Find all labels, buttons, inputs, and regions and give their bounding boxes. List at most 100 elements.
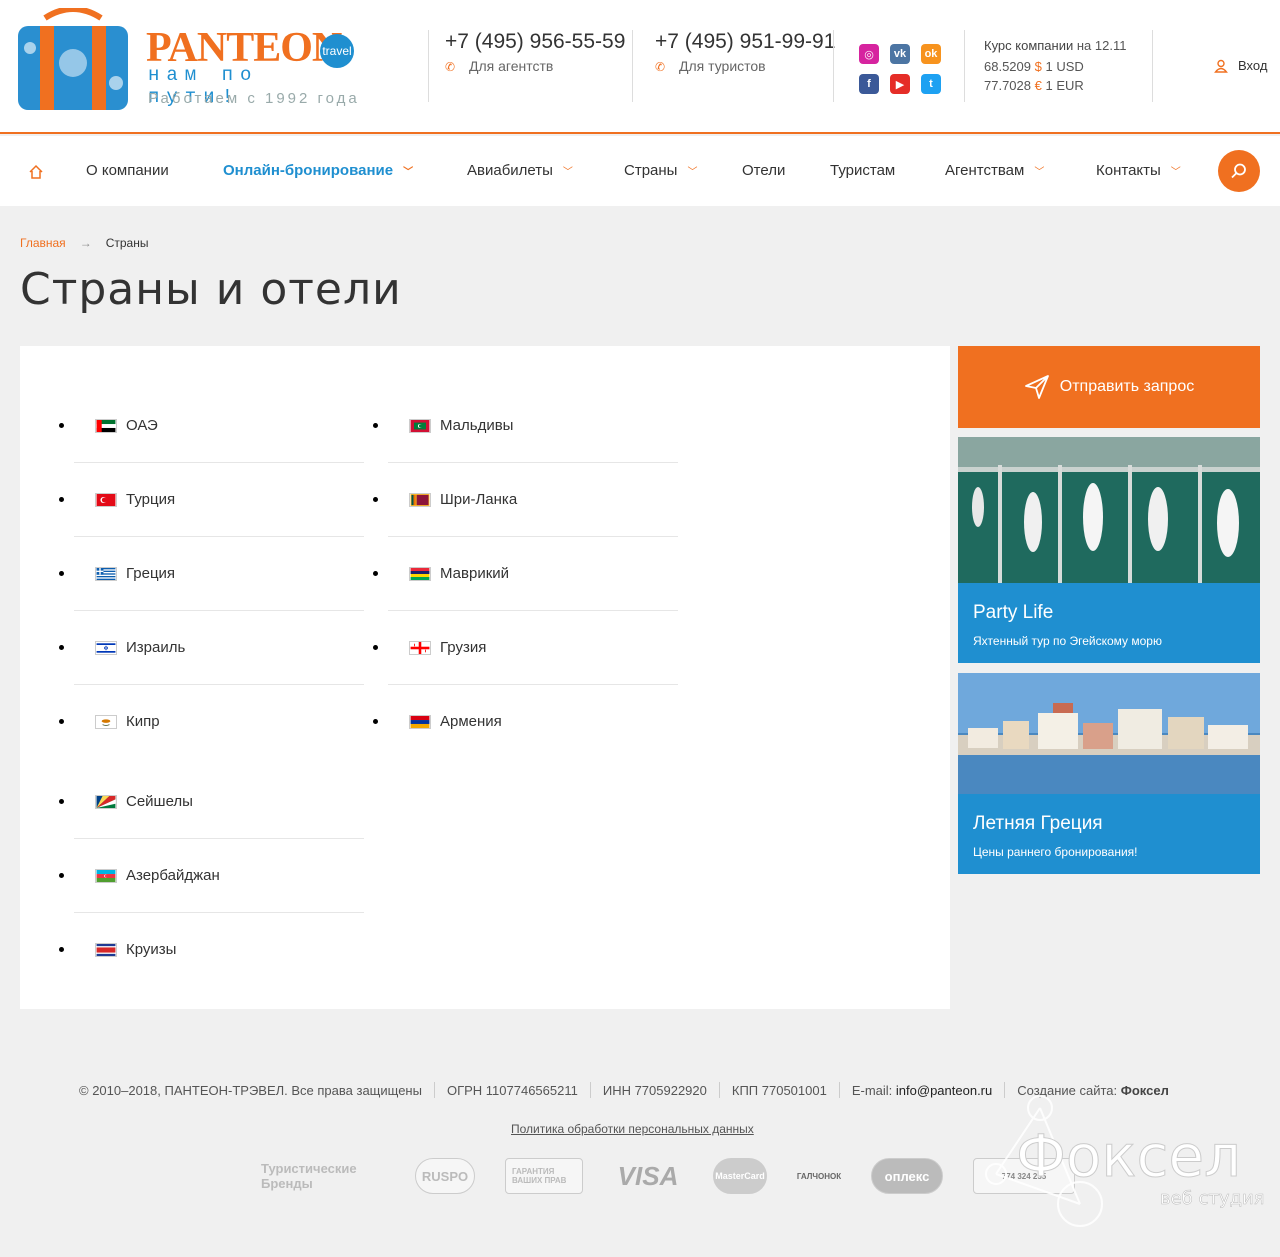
- social-links: ◎ vk ok f ▶ t: [833, 30, 965, 102]
- logo-badge: travel: [320, 34, 354, 68]
- promo-image-greece: [958, 673, 1260, 794]
- country-name: Азербайджан: [126, 867, 220, 884]
- nav-label: Контакты: [1096, 162, 1161, 179]
- country-name: Мальдивы: [440, 417, 514, 434]
- phone-number[interactable]: +7 (495) 956-55-59: [445, 30, 625, 54]
- email-label: E-mail:: [851, 1082, 893, 1098]
- nav-label: Отели: [742, 162, 786, 179]
- search-button[interactable]: [1218, 150, 1260, 192]
- azerbaijan-flag-icon: [95, 869, 117, 883]
- watermark-subtitle: веб студия: [1160, 1188, 1265, 1209]
- login-label: Вход: [1238, 58, 1268, 73]
- country-name: Сейшелы: [126, 793, 193, 810]
- promo-image-yachts: [958, 437, 1260, 583]
- odnoklassniki-icon[interactable]: ok: [921, 44, 941, 64]
- divider: [1152, 30, 1153, 102]
- chevron-down-icon: ﹀: [687, 167, 698, 178]
- chevron-down-icon: ﹀: [1170, 167, 1181, 178]
- bullet: [59, 645, 64, 650]
- nav-item-contacts[interactable]: Контакты ﹀: [1096, 162, 1181, 179]
- country-item-cyprus[interactable]: Кипр: [59, 685, 364, 759]
- bullet: [373, 497, 378, 502]
- divider: [718, 1082, 720, 1098]
- watermark-title: Фоксел: [1016, 1122, 1241, 1190]
- site-logo[interactable]: PANTEON travel нам по пути! Работаем с 1…: [10, 8, 360, 110]
- breadcrumb-current: Страны: [105, 236, 149, 250]
- divider: [589, 1082, 591, 1098]
- promo-card-summer-greece[interactable]: Летняя Греция Цены раннего бронирования!: [958, 673, 1260, 874]
- usd-value: 68.5209: [984, 59, 1031, 74]
- promo-title: Party Life: [973, 602, 1054, 623]
- promo-card-party-life[interactable]: Party Life Яхтенный тур по Эгейскому мор…: [958, 437, 1260, 663]
- seychelles-flag-icon: [95, 795, 117, 809]
- eur-symbol: €: [1034, 78, 1042, 93]
- armenia-flag-icon: [409, 715, 431, 729]
- chevron-down-icon: ﹀: [562, 167, 573, 178]
- country-item-armenia[interactable]: Армения: [373, 685, 678, 759]
- country-item-uae[interactable]: ОАЭ: [59, 389, 364, 463]
- youtube-icon[interactable]: ▶: [890, 74, 910, 94]
- country-name: ОАЭ: [126, 417, 158, 434]
- vk-icon[interactable]: vk: [890, 44, 910, 64]
- ruspo-logo: RUSPO: [415, 1158, 475, 1194]
- bullet: [59, 497, 64, 502]
- country-name: Шри-Ланка: [440, 491, 518, 508]
- privacy-policy-link[interactable]: Политика обработки персональных данных: [511, 1122, 754, 1136]
- usd-label: 1 USD: [1045, 59, 1084, 74]
- country-item-cruises[interactable]: Круизы: [59, 913, 364, 987]
- chevron-down-icon: ﹀: [403, 167, 414, 178]
- bag-logo-icon: [18, 8, 128, 110]
- country-name: Круизы: [126, 941, 177, 958]
- nav-item-agencies[interactable]: Агентствам ﹀: [945, 162, 1044, 179]
- country-item-israel[interactable]: Израиль: [59, 611, 364, 685]
- login-button[interactable]: Вход: [1214, 58, 1267, 73]
- nav-item-hotels[interactable]: Отели: [742, 162, 785, 179]
- bullet: [59, 719, 64, 724]
- phone-label: Для туристов: [679, 58, 766, 74]
- bullet: [373, 645, 378, 650]
- country-name: Кипр: [126, 713, 160, 730]
- country-name: Греция: [126, 565, 176, 582]
- country-item-georgia[interactable]: Грузия: [373, 611, 678, 685]
- mauritius-flag-icon: [409, 567, 431, 581]
- country-item-azerbaijan[interactable]: Азербайджан: [59, 839, 364, 913]
- nav-label: Туристам: [830, 162, 896, 179]
- user-icon: [1214, 59, 1228, 73]
- galchonok-logo: ГАЛЧОНОК: [796, 1171, 842, 1181]
- phone-number[interactable]: +7 (495) 951-99-91: [655, 30, 835, 54]
- nav-item-online-booking[interactable]: Онлайн-бронирование ﹀: [223, 162, 413, 179]
- breadcrumb-home[interactable]: Главная: [20, 236, 66, 250]
- breadcrumb-arrow-icon: →: [79, 236, 92, 250]
- promo-subtitle: Яхтенный тур по Эгейскому морю: [973, 634, 1162, 648]
- eur-value: 77.7028: [984, 78, 1031, 93]
- twitter-icon[interactable]: t: [921, 74, 941, 94]
- country-item-seychelles[interactable]: Сейшелы: [59, 765, 364, 839]
- send-request-button[interactable]: Отправить запрос: [958, 346, 1260, 428]
- ogrn: ОГРН 1107746565211: [446, 1082, 578, 1098]
- bullet: [59, 947, 64, 952]
- country-item-mauritius[interactable]: Маврикий: [373, 537, 678, 611]
- home-icon[interactable]: [28, 164, 44, 180]
- nav-item-tourists[interactable]: Туристам: [830, 162, 895, 179]
- country-item-maldives[interactable]: Мальдивы: [373, 389, 678, 463]
- paper-plane-icon: [1024, 375, 1049, 399]
- instagram-icon[interactable]: ◎: [859, 44, 879, 64]
- country-item-turkey[interactable]: Турция: [59, 463, 364, 537]
- nav-item-flights[interactable]: Авиабилеты ﹀: [467, 162, 573, 179]
- bullet: [59, 571, 64, 576]
- country-item-sri-lanka[interactable]: Шри-Ланка: [373, 463, 678, 537]
- country-item-greece[interactable]: Греция: [59, 537, 364, 611]
- country-name: Армения: [440, 713, 502, 730]
- visa-logo: VISA: [617, 1160, 679, 1191]
- nav-item-countries[interactable]: Страны ﹀: [624, 162, 697, 179]
- phone-tourists: +7 (495) 951-99-91 ✆ Для туристов: [632, 30, 835, 102]
- kpp: КПП 770501001: [731, 1082, 827, 1098]
- bullet: [373, 719, 378, 724]
- bullet: [59, 799, 64, 804]
- facebook-icon[interactable]: f: [859, 74, 879, 94]
- nav-item-about[interactable]: О компании: [86, 162, 169, 179]
- cruise-flag-icon: [95, 943, 117, 957]
- page-title: Страны и отели: [20, 264, 402, 315]
- site-header: PANTEON travel нам по пути! Работаем с 1…: [0, 0, 1280, 134]
- rates-title: Курс компании: [984, 38, 1074, 53]
